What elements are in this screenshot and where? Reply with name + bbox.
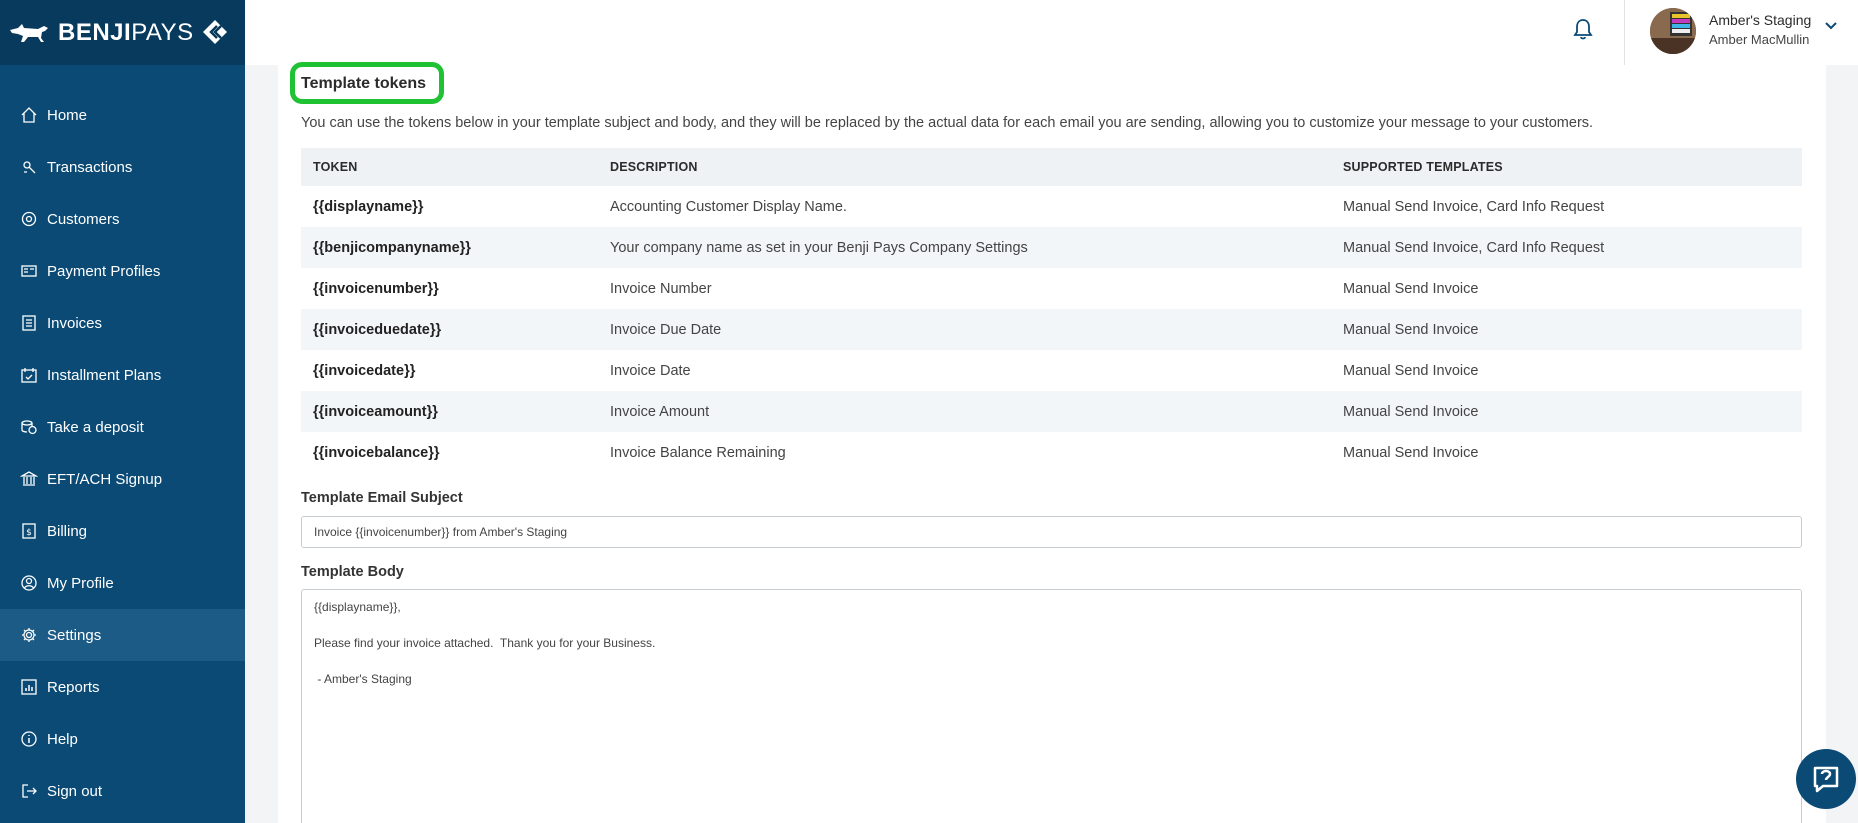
user-name[interactable]: Amber MacMullin (1709, 32, 1809, 47)
svg-text:$: $ (26, 528, 32, 538)
sidebar-nav: Home Transactions Customers Payment Prof… (0, 65, 245, 817)
sidebar-item-label: Help (47, 730, 78, 748)
sidebar-item-help[interactable]: Help (0, 713, 245, 765)
sidebar-item-take-a-deposit[interactable]: Take a deposit (0, 401, 245, 453)
template-subject-input[interactable] (301, 516, 1802, 548)
supported-templates-cell: Manual Send Invoice (1343, 362, 1479, 379)
token-cell: {{invoicenumber}} (313, 280, 439, 297)
help-chat-button[interactable] (1796, 749, 1856, 809)
sidebar: BENJIPAYS Home Transactions Customers Pa… (0, 0, 245, 823)
sidebar-item-invoices[interactable]: Invoices (0, 297, 245, 349)
sidebar-item-eft-ach-signup[interactable]: EFT/ACH Signup (0, 453, 245, 505)
customers-icon (20, 210, 38, 228)
transactions-icon (20, 158, 38, 176)
sign-out-icon (20, 782, 38, 800)
sidebar-item-label: Reports (47, 678, 100, 696)
brand-logo-bold: BENJI (58, 18, 132, 46)
description-cell: Invoice Date (610, 362, 691, 379)
billing-icon: $ (20, 522, 38, 540)
description-cell: Invoice Balance Remaining (610, 444, 786, 461)
sidebar-item-label: Settings (47, 626, 102, 644)
chevron-down-icon[interactable] (1824, 18, 1838, 32)
column-header-description: DESCRIPTION (598, 148, 1331, 186)
token-cell: {{invoicedate}} (313, 362, 416, 379)
section-intro: You can use the tokens below in your tem… (301, 115, 1594, 131)
sidebar-item-label: Home (47, 106, 88, 124)
invoices-icon (20, 314, 38, 332)
sidebar-item-billing[interactable]: $ Billing (0, 505, 245, 557)
token-cell: {{invoiceamount}} (301, 391, 598, 432)
table-row: {{invoicenumber}} Invoice Number Manual … (301, 268, 1802, 309)
home-icon (20, 106, 38, 124)
sidebar-item-label: EFT/ACH Signup (47, 470, 163, 488)
sidebar-item-label: Payment Profiles (47, 262, 161, 280)
brand-logo-light: PAYS (131, 18, 194, 46)
profile-icon (20, 574, 38, 592)
sidebar-item-label: My Profile (47, 574, 114, 592)
table-row: {{benjicompanyname}} Your company name a… (301, 227, 1802, 268)
tokens-table: TOKEN DESCRIPTION SUPPORTED TEMPLATES {{… (301, 148, 1802, 473)
sidebar-item-reports[interactable]: Reports (0, 661, 245, 713)
table-header-row: TOKEN DESCRIPTION SUPPORTED TEMPLATES (301, 148, 1802, 186)
token-cell: {{invoicebalance}} (313, 444, 440, 461)
coins-icon (20, 418, 38, 436)
token-cell: {{invoiceduedate}} (301, 309, 598, 350)
header-divider (1624, 0, 1625, 65)
bank-icon (20, 470, 38, 488)
brand-logo[interactable]: BENJIPAYS (58, 19, 194, 47)
organization-name[interactable]: Amber's Staging (1709, 12, 1811, 28)
description-cell: Accounting Customer Display Name. (610, 198, 847, 215)
collapse-sidebar-icon[interactable] (201, 18, 229, 46)
sidebar-item-customers[interactable]: Customers (0, 193, 245, 245)
sidebar-item-payment-profiles[interactable]: Payment Profiles (0, 245, 245, 297)
calendar-icon (20, 366, 38, 384)
description-cell: Invoice Due Date (598, 309, 1331, 350)
table-row: {{invoicedate}} Invoice Date Manual Send… (301, 350, 1802, 391)
sidebar-item-label: Sign out (47, 782, 103, 800)
column-header-supported-templates: SUPPORTED TEMPLATES (1331, 148, 1802, 186)
gear-icon (20, 626, 38, 644)
description-cell: Invoice Amount (598, 391, 1331, 432)
token-cell: {{displayname}} (313, 198, 424, 215)
section-title: Template tokens (301, 75, 427, 92)
sidebar-item-label: Billing (47, 522, 88, 540)
sidebar-item-transactions[interactable]: Transactions (0, 141, 245, 193)
supported-templates-cell: Manual Send Invoice (1343, 280, 1479, 297)
description-cell: Invoice Number (610, 280, 712, 297)
template-body-textarea[interactable]: {{displayname}}, Please find your invoic… (301, 589, 1802, 823)
sidebar-item-label: Installment Plans (47, 366, 162, 384)
sidebar-item-settings[interactable]: Settings (0, 609, 245, 661)
payment-profiles-icon (20, 262, 38, 280)
chat-help-icon (1813, 766, 1839, 793)
supported-templates-cell: Manual Send Invoice (1343, 444, 1479, 461)
notifications-bell-icon[interactable] (1572, 17, 1594, 41)
table-row: {{displayname}} Accounting Customer Disp… (301, 186, 1802, 227)
token-cell: {{benjicompanyname}} (301, 227, 598, 268)
reports-icon (20, 678, 38, 696)
sidebar-item-label: Take a deposit (47, 418, 144, 436)
subject-label: Template Email Subject (301, 490, 463, 506)
logo-bar: BENJIPAYS (0, 0, 245, 65)
sidebar-item-label: Invoices (47, 314, 103, 332)
table-row: {{invoicebalance}} Invoice Balance Remai… (301, 432, 1802, 473)
supported-templates-cell: Manual Send Invoice (1331, 309, 1802, 350)
description-cell: Your company name as set in your Benji P… (598, 227, 1331, 268)
benji-dog-logo-icon (10, 23, 48, 42)
sidebar-item-installment-plans[interactable]: Installment Plans (0, 349, 245, 401)
supported-templates-cell: Manual Send Invoice (1331, 391, 1802, 432)
avatar[interactable] (1650, 8, 1696, 54)
top-header (245, 0, 1858, 65)
sidebar-item-label: Transactions (47, 158, 133, 176)
sidebar-item-sign-out[interactable]: Sign out (0, 765, 245, 817)
supported-templates-cell: Manual Send Invoice, Card Info Request (1331, 227, 1802, 268)
body-label: Template Body (301, 564, 404, 580)
sidebar-item-home[interactable]: Home (0, 89, 245, 141)
info-icon (20, 730, 38, 748)
table-row: {{invoiceduedate}} Invoice Due Date Manu… (301, 309, 1802, 350)
sidebar-item-label: Customers (47, 210, 120, 228)
supported-templates-cell: Manual Send Invoice, Card Info Request (1343, 198, 1605, 215)
table-row: {{invoiceamount}} Invoice Amount Manual … (301, 391, 1802, 432)
column-header-token: TOKEN (301, 148, 598, 186)
sidebar-item-my-profile[interactable]: My Profile (0, 557, 245, 609)
